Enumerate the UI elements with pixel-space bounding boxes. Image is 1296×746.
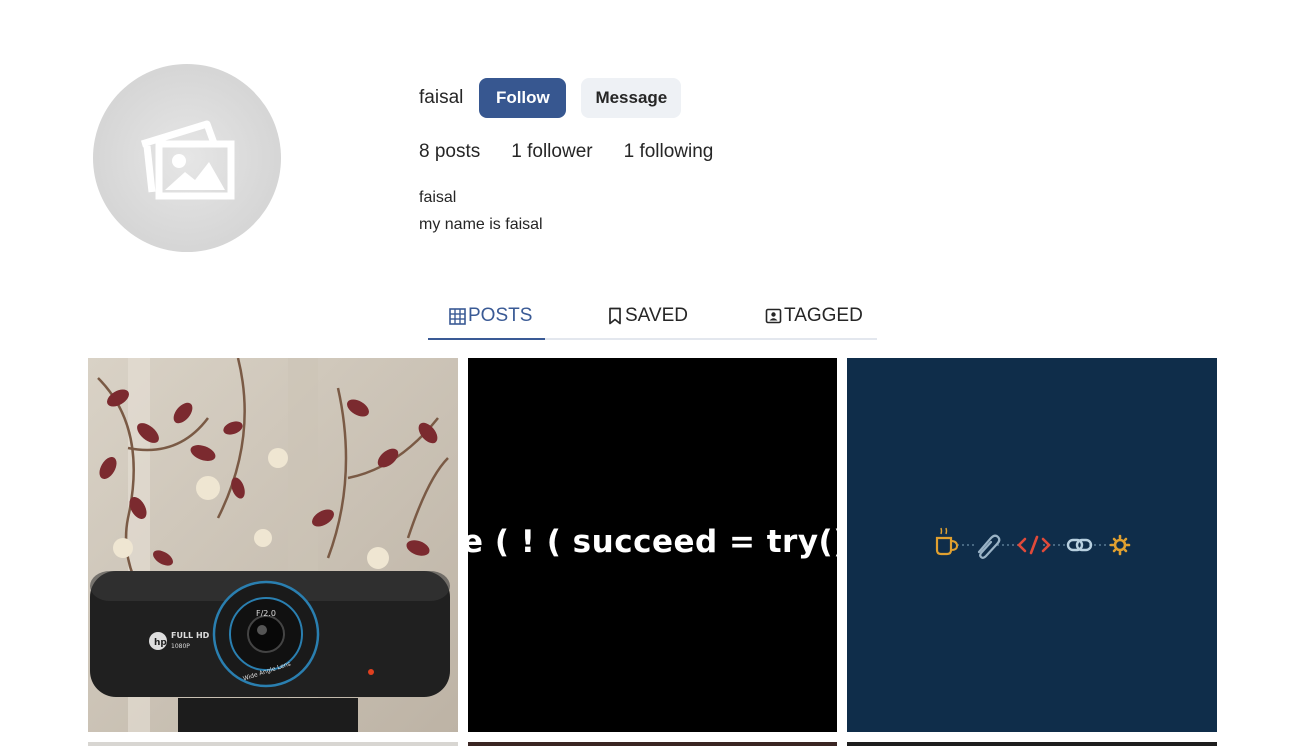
coffee-icon: [935, 527, 959, 556]
post-code-text: e ( ! ( succeed = try(): [468, 524, 837, 560]
message-button[interactable]: Message: [581, 78, 682, 118]
webcam-photo: hp FULL HD 1080P F/2.0 Wide Angle Lens: [88, 358, 458, 732]
tab-posts-label: POSTS: [468, 305, 533, 326]
gear-icon: [1109, 534, 1131, 556]
posts-count: 8 posts: [419, 141, 481, 162]
bookmark-icon: [609, 307, 621, 325]
post-tile-row2-3[interactable]: [847, 742, 1217, 746]
camera-label-aperture: F/2.0: [256, 609, 276, 618]
following-count[interactable]: 1 following: [624, 141, 714, 163]
profile-header: faisal Follow Message: [419, 78, 682, 118]
profile-bio: my name is faisal: [419, 216, 543, 233]
follow-button[interactable]: Follow: [479, 78, 567, 118]
profile-stats: 8 posts 1 follower 1 following: [419, 141, 744, 163]
paperclip-icon: [977, 534, 1001, 559]
camera-label-1080p: 1080P: [171, 643, 190, 650]
profile-avatar[interactable]: [93, 64, 281, 252]
post-tile-row2-1[interactable]: [88, 742, 458, 746]
dev-icons-banner: [935, 527, 1131, 559]
post-tile-dev-icons[interactable]: [847, 358, 1217, 732]
tab-posts[interactable]: POSTS: [428, 294, 545, 340]
profile-tabs: POSTS SAVED TAGGED: [428, 294, 877, 340]
followers-count[interactable]: 1 follower: [511, 141, 592, 163]
post-tile-code[interactable]: e ( ! ( succeed = try(): [468, 358, 837, 732]
image-placeholder-icon: [140, 120, 235, 200]
grid-icon: [449, 307, 466, 325]
tab-tagged[interactable]: TAGGED: [765, 294, 863, 338]
profile-display-name: faisal: [419, 189, 457, 206]
tab-saved[interactable]: SAVED: [607, 294, 688, 338]
profile-username: faisal: [419, 87, 464, 108]
svg-text:hp: hp: [154, 638, 167, 648]
tab-tagged-label: TAGGED: [784, 305, 863, 326]
post-tile-row2-2[interactable]: [468, 742, 837, 746]
link-icon: [1066, 538, 1093, 552]
tagged-user-icon: [765, 308, 782, 323]
post-tile-webcam[interactable]: hp FULL HD 1080P F/2.0 Wide Angle Lens: [88, 358, 458, 732]
tab-saved-label: SAVED: [625, 305, 689, 326]
camera-label-fullhd: FULL HD: [171, 631, 210, 640]
